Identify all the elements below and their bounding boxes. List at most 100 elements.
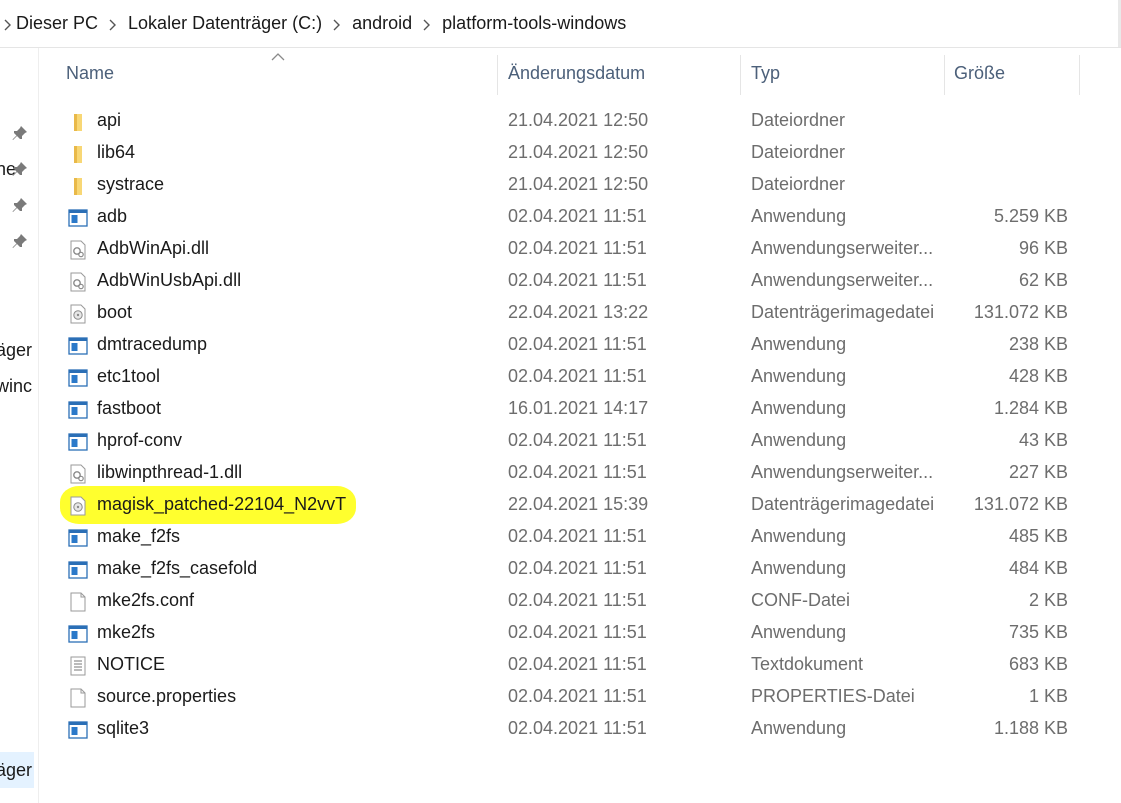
file-name: systrace	[97, 174, 165, 194]
file-size: 1.188 KB	[993, 718, 1068, 738]
file-type: Dateiordner	[751, 174, 846, 194]
pin-icon[interactable]	[12, 197, 28, 213]
pin-icon[interactable]	[12, 125, 28, 141]
dll-icon	[68, 464, 88, 484]
file-type: CONF-Datei	[751, 590, 851, 610]
file-row[interactable]: NOTICE 02.04.2021 11:51 Textdokument 683 KB	[60, 650, 1100, 682]
file-row[interactable]: adb 02.04.2021 11:51 Anwendung 5.259 KB	[60, 202, 1100, 234]
file-row[interactable]: source.properties 02.04.2021 11:51 PROPERT…	[60, 682, 1100, 714]
file-row[interactable]: AdbWinUsbApi.dll 02.04.2021 11:51 Anwendun…	[60, 266, 1100, 298]
sort-ascending-icon	[271, 53, 285, 61]
folder-icon	[68, 144, 88, 164]
folder-icon	[68, 112, 88, 132]
file-name: magisk_patched-22104_N2vvT	[97, 494, 347, 514]
file-type: PROPERTIES-Datei	[751, 686, 915, 706]
file-date: 02.04.2021 11:51	[508, 206, 647, 226]
nav-item-label[interactable]: äger	[0, 340, 32, 361]
file-name: sqlite3	[97, 718, 150, 738]
file-row[interactable]: etc1tool 02.04.2021 11:51 Anwendung 428 KB	[60, 362, 1100, 394]
column-header-date[interactable]: Änderungsdatum	[508, 48, 645, 98]
file-type: Anwendung	[751, 526, 847, 546]
file-row[interactable]: systrace 21.04.2021 12:50 Dateiordner	[60, 170, 1100, 202]
application-icon	[68, 624, 88, 644]
chevron-right-icon[interactable]	[412, 16, 442, 32]
file-row[interactable]: dmtracedump 02.04.2021 11:51 Anwendung 238 …	[60, 330, 1100, 362]
file-size: 735 KB	[1008, 622, 1068, 642]
disc-image-icon	[68, 304, 88, 324]
column-divider[interactable]	[740, 55, 741, 95]
column-header-name[interactable]: Name	[66, 48, 114, 98]
file-row[interactable]: sqlite3 02.04.2021 11:51 Anwendung 1.188 KB	[60, 714, 1100, 746]
breadcrumb-item-this-pc[interactable]: Dieser PC	[16, 13, 98, 34]
file-row[interactable]: boot 22.04.2021 13:22 Datenträgerimagedate…	[60, 298, 1100, 330]
file-type: Datenträgerimagedatei	[751, 302, 935, 322]
address-bar[interactable]: Dieser PC Lokaler Datenträger (C:) andro…	[0, 0, 1121, 48]
file-date: 02.04.2021 11:51	[508, 238, 647, 258]
file-date: 02.04.2021 11:51	[508, 334, 647, 354]
chevron-right-icon[interactable]	[98, 16, 128, 32]
file-size: 227 KB	[1008, 462, 1068, 482]
file-type: Anwendungserweiter...	[751, 238, 934, 258]
file-row[interactable]: mke2fs 02.04.2021 11:51 Anwendung 735 KB	[60, 618, 1100, 650]
file-row[interactable]: lib64 21.04.2021 12:50 Dateiordner	[60, 138, 1100, 170]
nav-item-label[interactable]: winc	[0, 376, 32, 397]
file-date: 22.04.2021 15:39	[508, 494, 649, 514]
column-header-type[interactable]: Typ	[751, 48, 780, 98]
file-type: Anwendung	[751, 398, 847, 418]
file-size: 484 KB	[1008, 558, 1068, 578]
chevron-right-icon[interactable]	[0, 16, 16, 32]
application-icon	[68, 432, 88, 452]
file-date: 02.04.2021 11:51	[508, 654, 647, 674]
breadcrumb: Dieser PC Lokaler Datenträger (C:) andro…	[0, 0, 626, 47]
column-header-size[interactable]: Größe	[954, 48, 1005, 98]
file-type: Anwendungserweiter...	[751, 462, 934, 482]
blank-file-icon	[68, 688, 88, 708]
application-icon	[68, 336, 88, 356]
pin-icon[interactable]	[12, 161, 28, 177]
file-type: Textdokument	[751, 654, 864, 674]
file-type: Dateiordner	[751, 142, 846, 162]
file-name: AdbWinUsbApi.dll	[97, 270, 242, 290]
file-size: 5.259 KB	[993, 206, 1068, 226]
file-row[interactable]: make_f2fs 02.04.2021 11:51 Anwendung 485 KB	[60, 522, 1100, 554]
nav-item-label[interactable]: äger	[0, 760, 32, 781]
navigation-pane[interactable]: ne äger winc äger	[0, 48, 39, 803]
file-date: 21.04.2021 12:50	[508, 110, 649, 130]
file-date: 21.04.2021 12:50	[508, 174, 649, 194]
breadcrumb-item-platform-tools-windows[interactable]: platform-tools-windows	[442, 13, 626, 34]
file-name: boot	[97, 302, 133, 322]
application-icon	[68, 208, 88, 228]
file-row[interactable]: hprof-conv 02.04.2021 11:51 Anwendung 43 KB	[60, 426, 1100, 458]
file-name: hprof-conv	[97, 430, 183, 450]
file-row[interactable]: fastboot 16.01.2021 14:17 Anwendung 1.284 K…	[60, 394, 1100, 426]
file-size: 1.284 KB	[993, 398, 1068, 418]
file-name: adb	[97, 206, 128, 226]
file-row[interactable]: magisk_patched-22104_N2vvT 22.04.2021 15:…	[60, 486, 1100, 524]
column-divider[interactable]	[1079, 55, 1080, 95]
file-date: 02.04.2021 11:51	[508, 590, 647, 610]
pin-icon[interactable]	[12, 233, 28, 249]
breadcrumb-item-local-disk[interactable]: Lokaler Datenträger (C:)	[128, 13, 322, 34]
file-type: Anwendung	[751, 558, 847, 578]
file-name: mke2fs	[97, 622, 156, 642]
file-row[interactable]: AdbWinApi.dll 02.04.2021 11:51 Anwendungse…	[60, 234, 1100, 266]
text-file-icon	[68, 656, 88, 676]
column-divider[interactable]	[944, 55, 945, 95]
file-type: Anwendung	[751, 718, 847, 738]
chevron-right-icon[interactable]	[322, 16, 352, 32]
file-name: make_f2fs_casefold	[97, 558, 258, 578]
column-divider[interactable]	[497, 55, 498, 95]
file-row[interactable]: api 21.04.2021 12:50 Dateiordner	[60, 106, 1100, 138]
file-date: 02.04.2021 11:51	[508, 270, 647, 290]
file-date: 02.04.2021 11:51	[508, 462, 647, 482]
file-row[interactable]: mke2fs.conf 02.04.2021 11:51 CONF-Datei 2 K…	[60, 586, 1100, 618]
file-row[interactable]: make_f2fs_casefold 02.04.2021 11:51 Anwend…	[60, 554, 1100, 586]
file-size: 131.072 KB	[973, 494, 1068, 514]
breadcrumb-item-android[interactable]: android	[352, 13, 412, 34]
file-size: 96 KB	[1018, 238, 1068, 258]
blank-file-icon	[68, 592, 88, 612]
file-size: 485 KB	[1008, 526, 1068, 546]
file-size: 683 KB	[1008, 654, 1068, 674]
file-name: etc1tool	[97, 366, 161, 386]
folder-icon	[68, 176, 88, 196]
